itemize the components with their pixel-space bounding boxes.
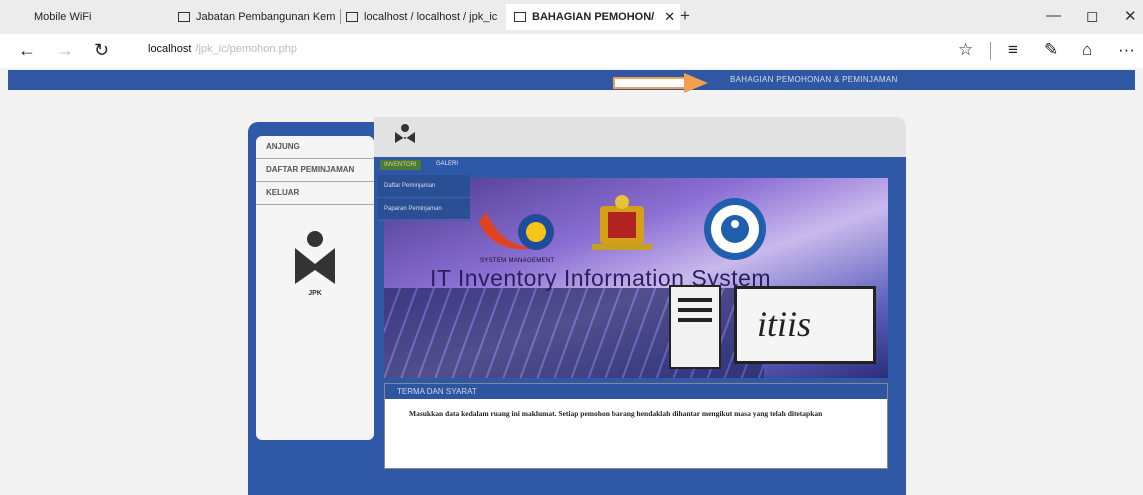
tab-label: localhost / localhost / jpk_ic [364,11,498,23]
forward-button[interactable]: → [56,40,74,61]
close-window-button[interactable]: ✕ [1124,7,1137,25]
sidebar: ANJUNG DAFTAR PEMINJAMAN KELUAR JPK [256,136,374,440]
more-menu-icon[interactable]: ··· [1118,40,1135,60]
jpk-logo-icon [395,124,415,143]
browser-tab-bar: Mobile WiFi Jabatan Pembangunan Kem loca… [0,0,1143,34]
tab-page-icon [178,12,190,22]
emblem-swoosh-icon [479,212,554,250]
app-header [374,117,906,157]
reading-list-icon[interactable]: ≡ [1008,40,1018,60]
toolbar-divider [990,42,991,60]
inventori-dropdown: Daftar Peminjaman Paparan Peminjaman [378,175,470,221]
sidebar-item-keluar[interactable]: KELUAR [256,182,374,205]
refresh-button[interactable]: ↻ [94,40,109,61]
page-strip-title: BAHAGIAN PEMOHONAN & PEMINJAMAN [730,75,898,84]
terms-body: Masukkan data kedalam ruang ini maklumat… [409,409,823,418]
share-icon[interactable]: ⌂ [1082,40,1092,60]
sidebar-item-daftar-peminjaman[interactable]: DAFTAR PEMINJAMAN [256,159,374,182]
terms-panel: TERMA DAN SYARAT Masukkan data kedalam r… [384,383,888,469]
back-button[interactable]: ← [18,40,36,61]
tab-close-icon[interactable]: ✕ [664,9,675,25]
url-path: /jpk_ic/pemohon.php [195,43,297,55]
coat-of-arms-icon [592,195,652,250]
dropdown-item-paparan-peminjaman[interactable]: Paparan Peminjaman [378,198,470,221]
tab-page-icon [346,12,358,22]
favorite-star-icon[interactable]: ☆ [958,40,973,60]
tab-label: Jabatan Pembangunan Kem [196,11,336,23]
menu-item-galeri[interactable]: GALERI [436,161,458,167]
computer-monitor-graphic: itiis [734,286,876,364]
tab-bahagian-pemohon[interactable]: BAHAGIAN PEMOHON/ ✕ [506,4,680,30]
tab-phpmyadmin[interactable]: localhost / localhost / jpk_ic [346,4,502,30]
web-note-icon[interactable]: ✎ [1044,40,1058,60]
menu-item-inventori[interactable]: INVENTORI [380,160,421,170]
sidebar-logo-text: JPK [308,290,322,297]
top-menu-bar: INVENTORI GALERI [378,158,888,174]
tab-label: BAHAGIAN PEMOHON/ [532,11,655,23]
jpk-logo-icon [295,231,335,284]
computer-tower-icon [669,285,721,369]
page-top-strip: BAHAGIAN PEMOHONAN & PEMINJAMAN [8,70,1135,90]
tab-mobile-wifi[interactable]: Mobile WiFi [34,4,164,30]
tab-page-icon [514,12,526,22]
banner-subtitle: SYSTEM MANAGEMENT [480,258,555,264]
annotation-arrow-icon [613,73,708,93]
url-host: localhost [148,43,192,55]
jpk-round-logo-icon [704,198,766,260]
url-field[interactable]: localhost/jpk_ic/pemohon.php [148,43,297,55]
minimize-button[interactable]: — [1046,7,1061,24]
sidebar-item-anjung[interactable]: ANJUNG [256,136,374,159]
terms-heading: TERMA DAN SYARAT [385,384,887,399]
new-tab-button[interactable]: + [680,6,690,26]
tab-jabatan[interactable]: Jabatan Pembangunan Kem [178,4,336,30]
tab-label: Mobile WiFi [34,11,92,23]
tab-divider [340,9,341,24]
maximize-button[interactable]: ◻ [1086,7,1098,25]
dropdown-item-daftar-peminjaman[interactable]: Daftar Peminjaman [378,175,470,198]
banner-brand: itiis [757,304,812,344]
